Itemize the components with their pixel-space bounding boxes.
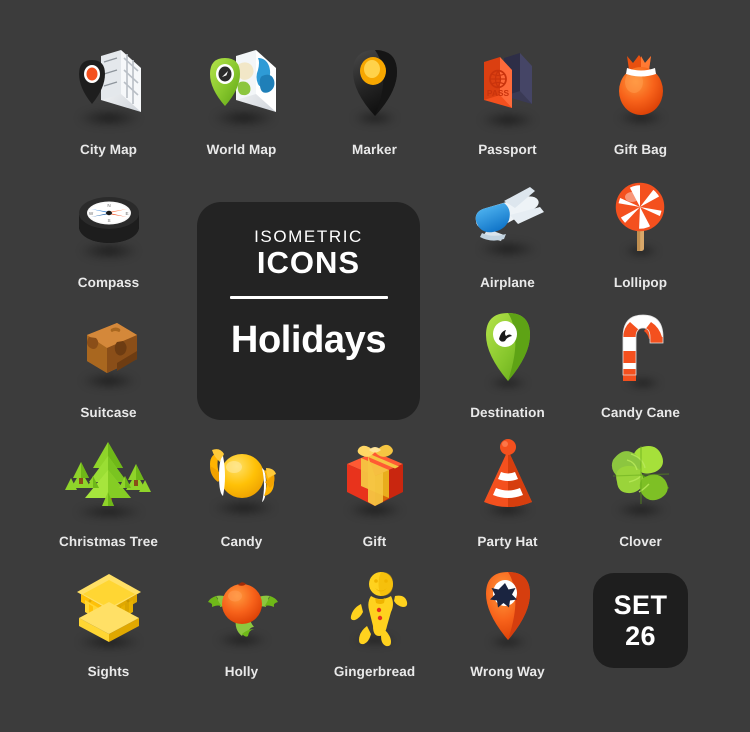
icon-cell-clover[interactable]: Clover	[574, 428, 707, 561]
party-hat-icon	[458, 430, 558, 530]
icon-cell-compass[interactable]: Compass	[42, 169, 175, 302]
candy-cane-icon	[591, 301, 691, 401]
icon-label-airplane: Airplane	[480, 275, 535, 290]
holly-icon	[192, 560, 292, 660]
icon-cell-marker[interactable]: Marker	[308, 36, 441, 169]
icon-cell-passport[interactable]: Passport	[441, 36, 574, 169]
icon-label-gift: Gift	[362, 534, 387, 549]
icon-poster: ISOMETRIC ICONS Holidays SET 26 City Map…	[0, 0, 750, 732]
promo-divider	[229, 296, 388, 300]
marker-icon	[325, 38, 425, 138]
gift-icon	[325, 430, 425, 530]
icon-cell-lollipop[interactable]: Lollipop	[574, 169, 707, 302]
clover-icon	[591, 430, 691, 530]
icon-label-wrong-way: Wrong Way	[470, 664, 545, 679]
icon-cell-gingerbread[interactable]: Gingerbread	[308, 558, 441, 691]
lollipop-icon	[591, 171, 691, 271]
icon-cell-holly[interactable]: Holly	[175, 558, 308, 691]
icon-cell-airplane[interactable]: Airplane	[441, 169, 574, 302]
city-map-icon	[59, 38, 159, 138]
icon-label-christmas-tree: Christmas Tree	[59, 534, 158, 549]
icon-label-sights: Sights	[87, 664, 130, 679]
icon-cell-candy[interactable]: Candy	[175, 428, 308, 561]
icon-label-candy: Candy	[220, 534, 263, 549]
icon-cell-gift-bag[interactable]: Gift Bag	[574, 36, 707, 169]
icon-label-gift-bag: Gift Bag	[613, 142, 668, 157]
compass-icon	[59, 171, 159, 271]
icon-label-marker: Marker	[352, 142, 397, 157]
icon-label-passport: Passport	[478, 142, 537, 157]
wrong-way-icon	[458, 560, 558, 660]
icon-label-holly: Holly	[224, 664, 259, 679]
promo-card: ISOMETRIC ICONS Holidays	[197, 202, 420, 420]
icon-label-city-map: City Map	[79, 142, 138, 157]
candy-icon	[192, 430, 292, 530]
icon-cell-party-hat[interactable]: Party Hat	[441, 428, 574, 561]
icon-cell-sights[interactable]: Sights	[42, 558, 175, 691]
icon-label-world-map: World Map	[206, 142, 277, 157]
suitcase-icon	[59, 301, 159, 401]
set-badge-word: SET	[613, 590, 668, 621]
set-badge: SET 26	[593, 573, 688, 668]
gift-bag-icon	[591, 38, 691, 138]
icon-label-suitcase: Suitcase	[80, 405, 137, 420]
icon-label-candy-cane: Candy Cane	[600, 405, 681, 420]
airplane-icon	[458, 171, 558, 271]
icon-label-compass: Compass	[77, 275, 140, 290]
icon-label-clover: Clover	[619, 534, 662, 549]
icon-cell-city-map[interactable]: City Map	[42, 36, 175, 169]
icon-label-destination: Destination	[470, 405, 545, 420]
promo-kicker: ISOMETRIC	[254, 227, 363, 246]
icon-cell-gift[interactable]: Gift	[308, 428, 441, 561]
promo-kicker-strong: ICONS	[256, 245, 361, 280]
icon-label-gingerbread: Gingerbread	[333, 664, 416, 679]
christmas-tree-icon	[59, 430, 159, 530]
icon-cell-candy-cane[interactable]: Candy Cane	[574, 299, 707, 432]
icon-cell-destination[interactable]: Destination	[441, 299, 574, 432]
icon-cell-suitcase[interactable]: Suitcase	[42, 299, 175, 432]
destination-icon	[458, 301, 558, 401]
world-map-icon	[192, 38, 292, 138]
passport-icon	[458, 38, 558, 138]
icon-label-lollipop: Lollipop	[613, 275, 668, 290]
icon-cell-world-map[interactable]: World Map	[175, 36, 308, 169]
sights-icon	[59, 560, 159, 660]
icon-cell-wrong-way[interactable]: Wrong Way	[441, 558, 574, 691]
icon-cell-christmas-tree[interactable]: Christmas Tree	[42, 428, 175, 561]
set-badge-number: 26	[625, 620, 656, 651]
icon-label-party-hat: Party Hat	[477, 534, 538, 549]
gingerbread-icon	[325, 560, 425, 660]
promo-title: Holidays	[230, 319, 387, 362]
